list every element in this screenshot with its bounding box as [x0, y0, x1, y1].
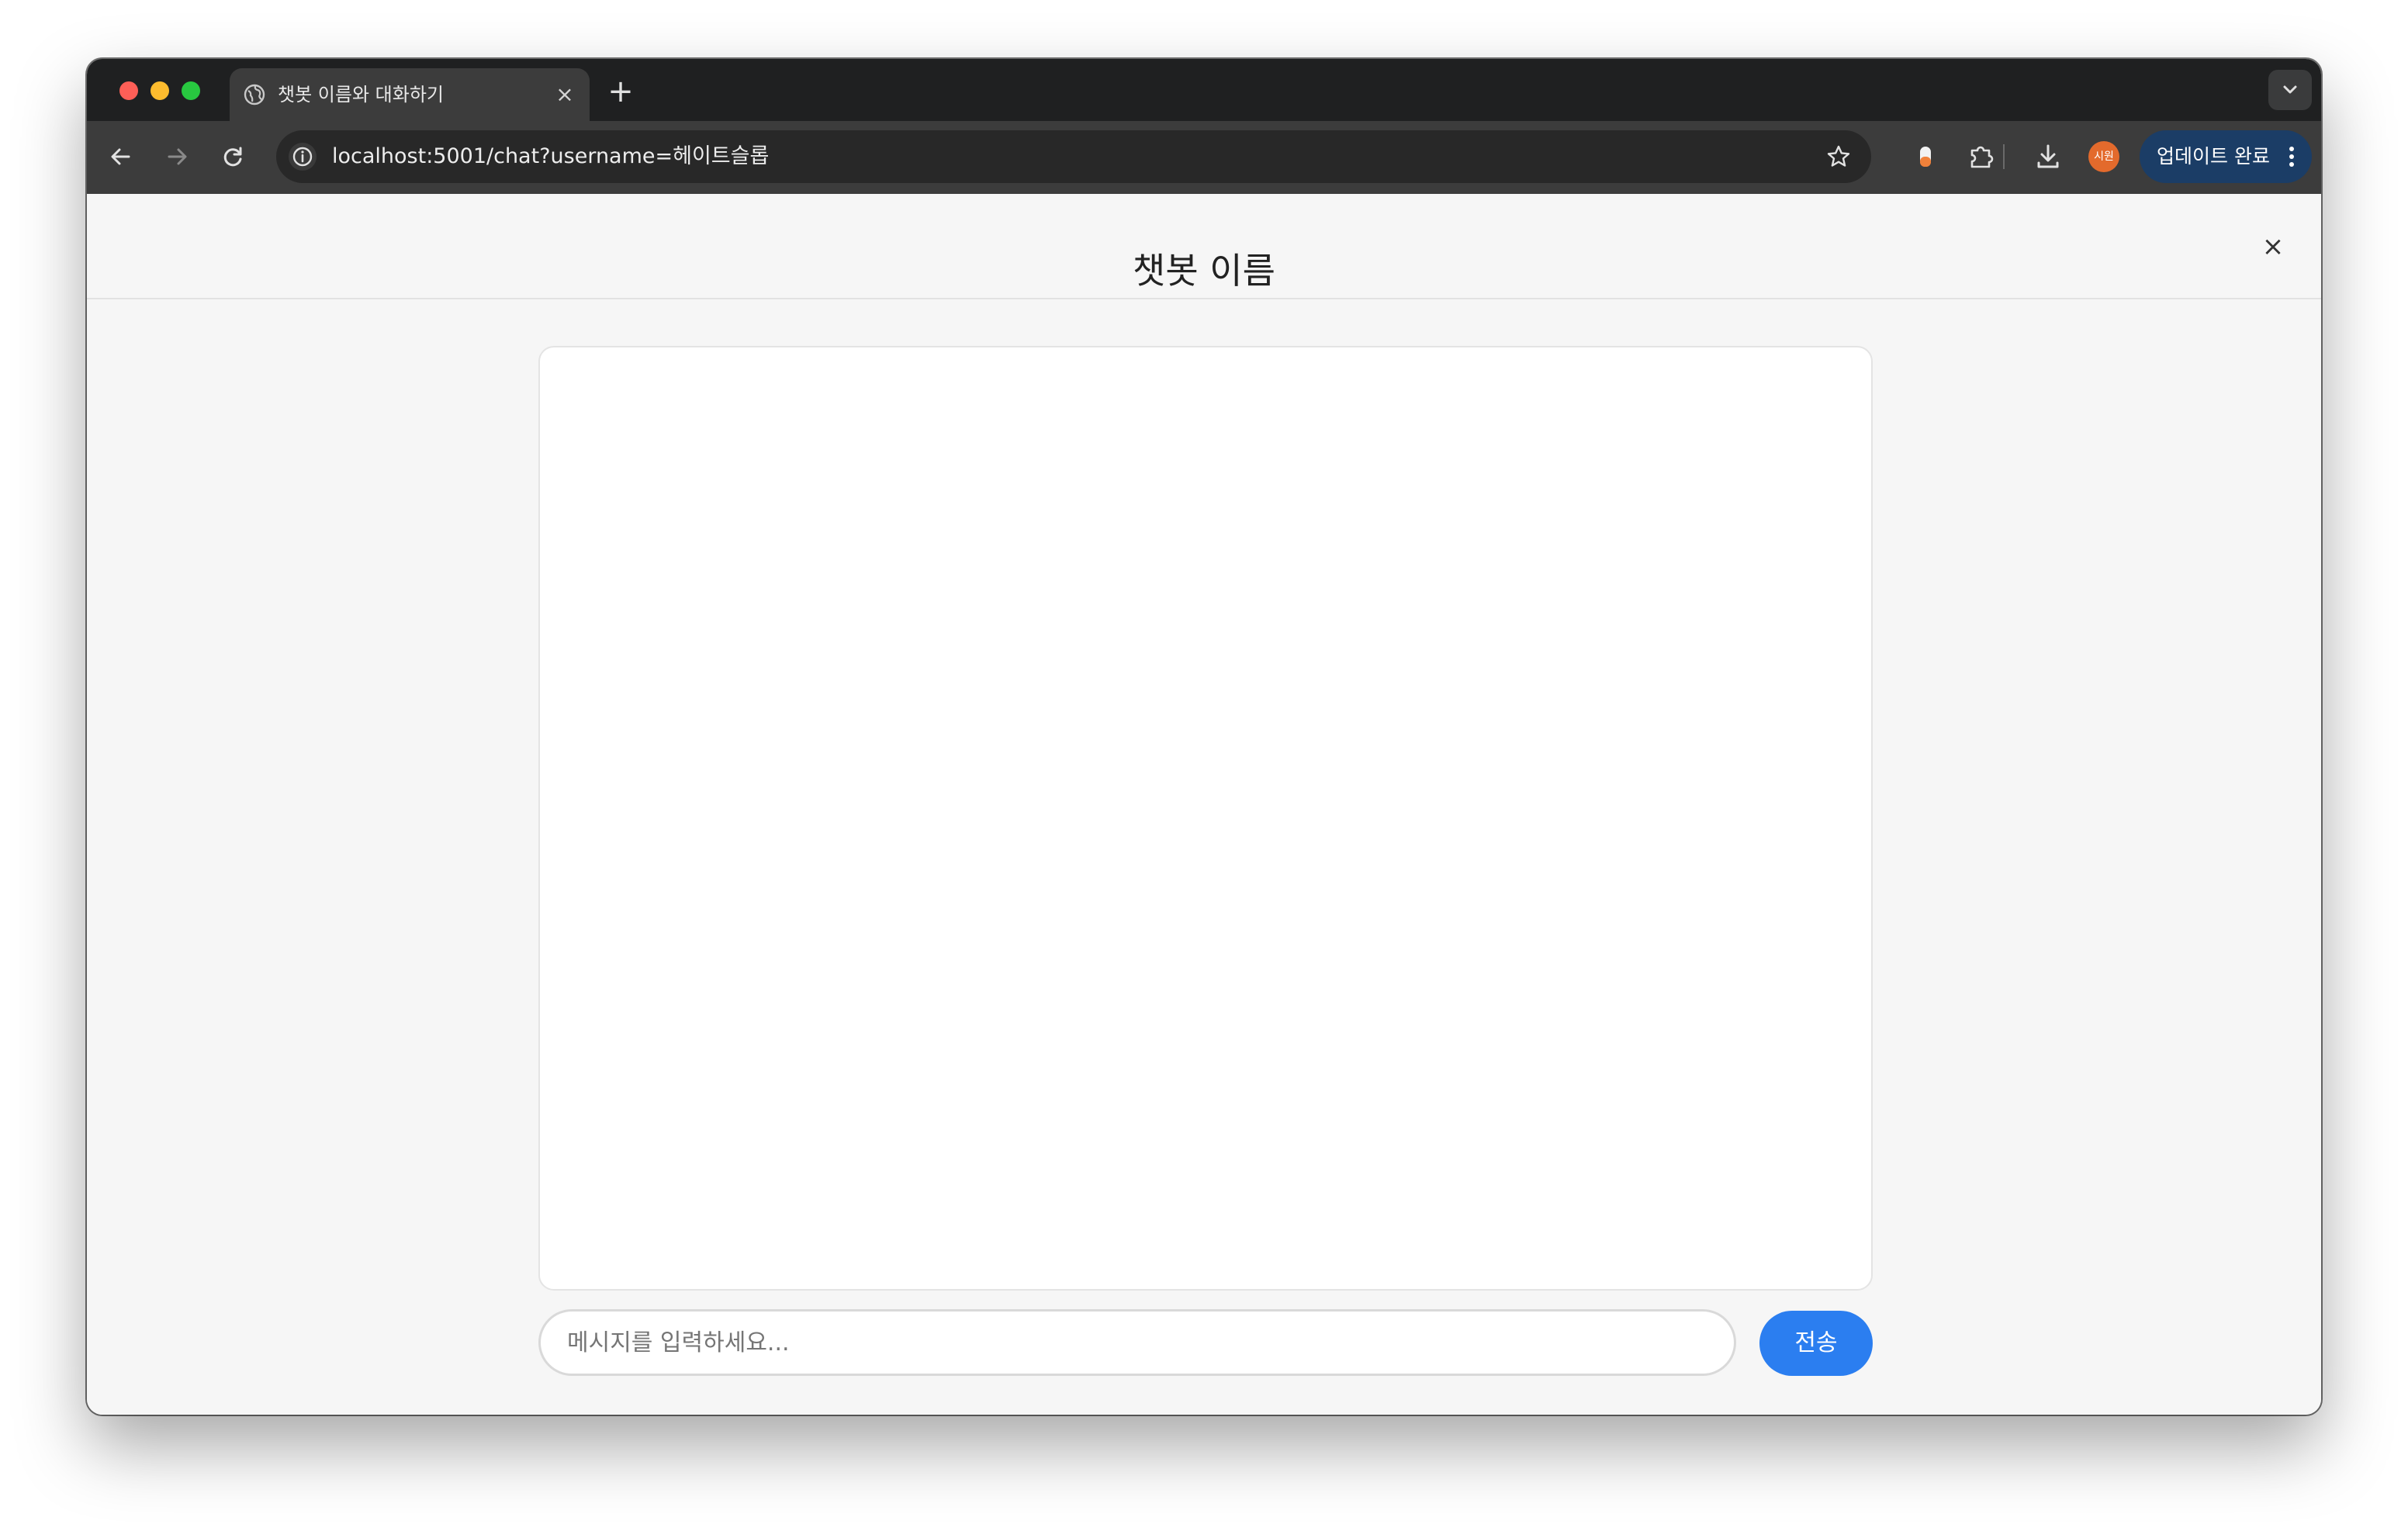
browser-toolbar: localhost:5001/chat?username=헤이트슬롭 시원 업데… [87, 121, 2321, 194]
page-title: 챗봇 이름 [1133, 249, 1275, 292]
more-vertical-icon [2289, 147, 2294, 167]
close-icon[interactable]: × [2254, 228, 2292, 265]
send-button[interactable]: 전송 [1759, 1311, 1873, 1376]
message-input[interactable] [538, 1309, 1736, 1376]
arrow-left-icon[interactable] [104, 140, 138, 174]
maximize-window-button[interactable] [182, 81, 200, 100]
browser-window: 챗봇 이름와 대화하기 × + localhost:5001/chat?user… [87, 59, 2321, 1415]
tab-strip: 챗봇 이름와 대화하기 × + [87, 59, 2321, 121]
toolbar-divider [2003, 144, 2005, 169]
globe-icon [244, 84, 265, 105]
chat-page: 챗봇 이름 × 전송 [87, 194, 2321, 1415]
message-composer: 전송 [538, 1309, 1873, 1381]
extension-capsule-icon[interactable] [1908, 140, 1943, 174]
active-tab[interactable]: 챗봇 이름와 대화하기 × [230, 68, 590, 121]
arrow-right-icon[interactable] [160, 140, 194, 174]
profile-avatar[interactable]: 시원 [2088, 141, 2119, 172]
url-text[interactable]: localhost:5001/chat?username=헤이트슬롭 [332, 143, 769, 171]
tab-search-button[interactable] [2268, 70, 2312, 110]
chat-message-area[interactable] [538, 346, 1873, 1291]
address-bar[interactable]: localhost:5001/chat?username=헤이트슬롭 [276, 130, 1871, 183]
plus-icon[interactable]: + [605, 76, 636, 109]
site-info-icon[interactable] [289, 143, 317, 171]
close-icon[interactable]: × [552, 82, 577, 107]
minimize-window-button[interactable] [150, 81, 169, 100]
download-icon[interactable] [2031, 140, 2065, 174]
page-header: 챗봇 이름 × [87, 194, 2321, 299]
chevron-down-icon [2283, 85, 2297, 94]
update-button[interactable]: 업데이트 완료 [2140, 130, 2312, 183]
close-window-button[interactable] [119, 81, 138, 100]
reload-icon[interactable] [216, 140, 250, 174]
update-button-label: 업데이트 완료 [2157, 145, 2270, 168]
tab-title: 챗봇 이름와 대화하기 [278, 84, 444, 105]
star-icon[interactable] [1825, 143, 1853, 171]
puzzle-icon[interactable] [1964, 140, 1998, 174]
